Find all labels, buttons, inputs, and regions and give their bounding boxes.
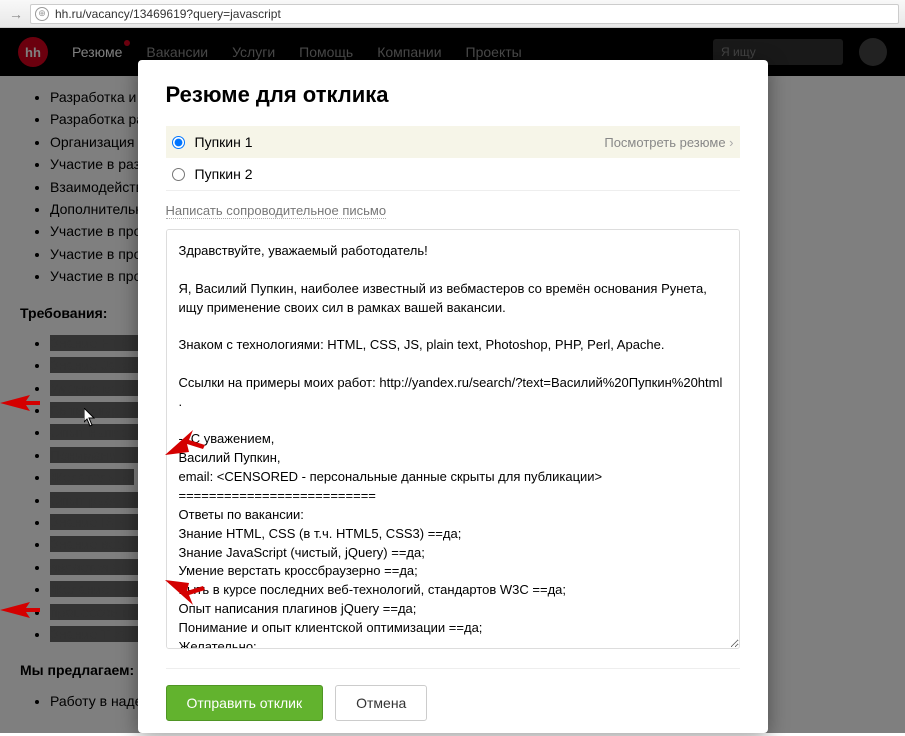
modal-overlay: Резюме для отклика Пупкин 1 Посмотреть р… [0,28,905,733]
annotation-arrow-icon [165,575,205,605]
resume-label: Пупкин 2 [195,166,253,182]
url-bar[interactable]: ⊕ hh.ru/vacancy/13469619?query=javascrip… [30,4,899,24]
url-text: hh.ru/vacancy/13469619?query=javascript [55,7,281,21]
apply-modal: Резюме для отклика Пупкин 1 Посмотреть р… [138,60,768,733]
submit-button[interactable]: Отправить отклик [166,685,324,721]
modal-title: Резюме для отклика [166,82,740,108]
cover-letter-textarea[interactable] [166,229,740,649]
resume-option[interactable]: Пупкин 2 [166,158,740,190]
cover-letter-toggle[interactable]: Написать сопроводительное письмо [166,203,387,219]
forward-arrow-icon[interactable]: → [6,4,26,24]
modal-actions: Отправить отклик Отмена [166,668,740,721]
annotation-arrow-icon [0,393,40,413]
browser-toolbar: → ⊕ hh.ru/vacancy/13469619?query=javascr… [0,0,905,28]
view-resume-link[interactable]: Посмотреть резюме [604,135,733,150]
annotation-arrow-icon [0,600,40,620]
resume-radio[interactable] [172,136,185,149]
annotation-arrow-icon [165,430,205,460]
resume-radio[interactable] [172,168,185,181]
globe-icon: ⊕ [35,7,49,21]
mouse-cursor-icon [84,408,98,428]
resume-select-list: Пупкин 1 Посмотреть резюме Пупкин 2 [166,126,740,191]
cancel-button[interactable]: Отмена [335,685,427,721]
resume-label: Пупкин 1 [195,134,253,150]
resume-option[interactable]: Пупкин 1 Посмотреть резюме [166,126,740,158]
